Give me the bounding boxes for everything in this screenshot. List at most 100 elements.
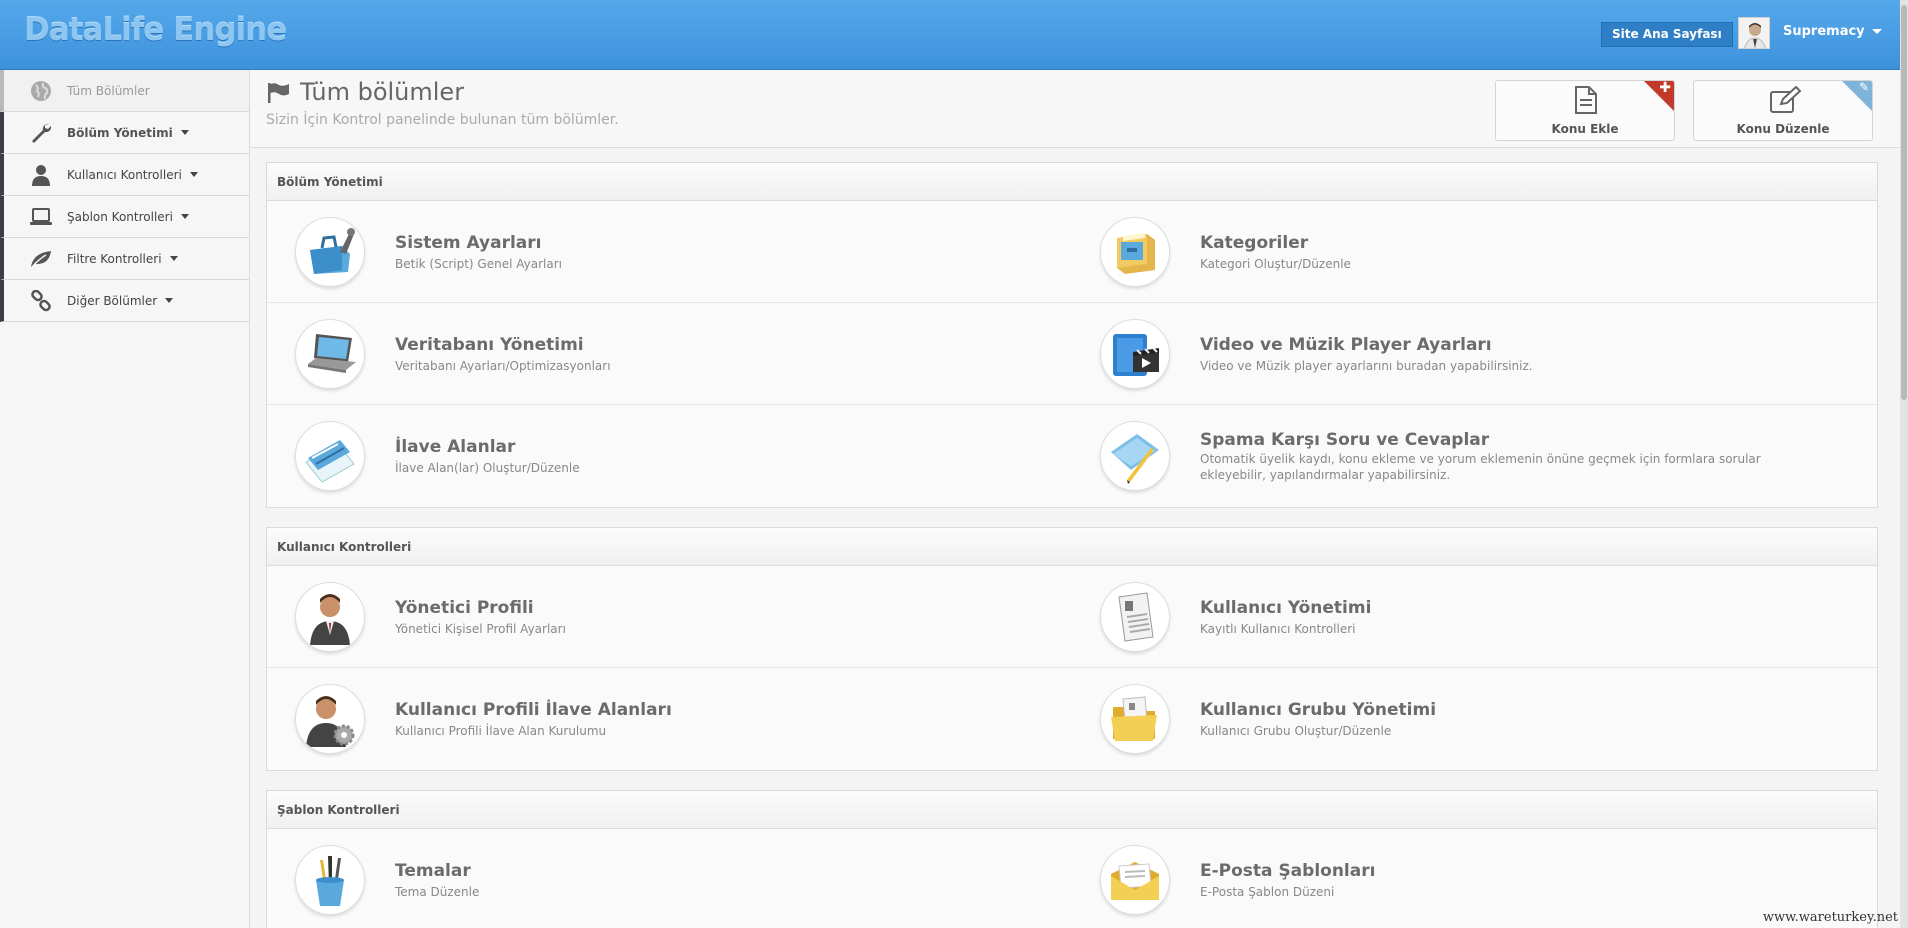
chevron-down-icon (165, 298, 174, 303)
site-home-button[interactable]: Site Ana Sayfası (1601, 22, 1733, 47)
tile-title: Yönetici Profili (395, 598, 534, 618)
tile-title: Veritabanı Yönetimi (395, 335, 584, 355)
panel-row: Kullanıcı Profili İlave Alanları Kullanı… (267, 668, 1877, 770)
filing-cabinet-icon (1100, 217, 1170, 287)
tile-description: Tema Düzenle (395, 885, 480, 899)
panel-row: Temalar Tema Düzenle E-Posta Şablonları … (267, 829, 1877, 928)
document-icon (1573, 86, 1599, 118)
tile-anti-spam-questions[interactable]: Spama Karşı Soru ve Cevaplar Otomatik üy… (1072, 405, 1877, 507)
envelope-icon (1100, 845, 1170, 915)
sidebar-item-label: Şablon Kontrolleri (67, 209, 173, 224)
tile-description: Kullanıcı Profili İlave Alan Kurulumu (395, 724, 607, 738)
tile-extra-fields[interactable]: İlave Alanlar İlave Alan(lar) Oluştur/Dü… (267, 405, 1072, 507)
user-icon (28, 163, 54, 187)
tile-title: Sistem Ayarları (395, 233, 542, 253)
sidebar: Tüm Bölümler Bölüm Yönetimi Kullanıcı Ko… (0, 70, 250, 928)
wrench-icon (28, 121, 54, 145)
pencil-icon: ✎ (1858, 80, 1869, 94)
leaf-icon (28, 247, 54, 271)
chevron-down-icon (189, 172, 198, 177)
panel-title: Şablon Kontrolleri (267, 791, 1877, 829)
chevron-down-icon (169, 256, 178, 261)
edit-topic-label: Konu Düzenle (1736, 122, 1830, 136)
sidebar-item-label: Tüm Bölümler (67, 83, 150, 98)
panel-row: Veritabanı Yönetimi Veritabanı Ayarları/… (267, 303, 1877, 405)
document-list-icon (1100, 582, 1170, 652)
tile-title: Kullanıcı Profili İlave Alanları (395, 700, 672, 720)
panel-user-controls: Kullanıcı Kontrolleri Yönetici Profili Y… (266, 527, 1878, 771)
page-header: Tüm bölümler Sizin İçin Kontrol panelind… (251, 70, 1900, 148)
page-subtitle: Sizin İçin Kontrol panelinde bulunan tüm… (266, 112, 619, 128)
tile-description: Kayıtlı Kullanıcı Kontrolleri (1200, 622, 1356, 636)
link-icon (28, 289, 54, 313)
tile-title: Spama Karşı Soru ve Cevaplar (1200, 430, 1490, 450)
tile-description: Veritabanı Ayarları/Optimizasyonları (395, 359, 611, 373)
tile-database-management[interactable]: Veritabanı Yönetimi Veritabanı Ayarları/… (267, 303, 1072, 405)
add-topic-button[interactable]: ✚ Konu Ekle (1495, 80, 1675, 141)
tile-description: Betik (Script) Genel Ayarları (395, 257, 562, 271)
chevron-down-icon (1871, 29, 1882, 34)
sidebar-item-label: Kullanıcı Kontrolleri (67, 167, 182, 182)
tile-description: İlave Alan(lar) Oluştur/Düzenle (395, 461, 580, 475)
page-scrollbar[interactable] (1900, 0, 1908, 928)
tile-title: Video ve Müzik Player Ayarları (1200, 335, 1492, 355)
tile-themes[interactable]: Temalar Tema Düzenle (267, 829, 1072, 928)
sidebar-item-other-sections[interactable]: Diğer Bölümler (0, 280, 249, 322)
panel-title: Kullanıcı Kontrolleri (267, 528, 1877, 566)
user-menu[interactable]: Supremacy (1783, 24, 1882, 39)
tile-description: Video ve Müzik player ayarlarını buradan… (1200, 359, 1533, 373)
chevron-down-icon (180, 214, 189, 219)
panel-title: Bölüm Yönetimi (267, 163, 1877, 201)
tile-description: Kullanıcı Grubu Oluştur/Düzenle (1200, 724, 1392, 738)
tile-admin-profile[interactable]: Yönetici Profili Yönetici Kişisel Profil… (267, 566, 1072, 668)
tile-system-settings[interactable]: Sistem Ayarları Betik (Script) Genel Aya… (267, 201, 1072, 303)
folder-icon (1100, 684, 1170, 754)
sidebar-item-all-sections[interactable]: Tüm Bölümler (0, 70, 249, 112)
panel-row: İlave Alanlar İlave Alan(lar) Oluştur/Dü… (267, 405, 1877, 507)
flag-icon (267, 82, 291, 108)
tile-email-templates[interactable]: E-Posta Şablonları E-Posta Şablon Düzeni (1072, 829, 1877, 928)
globe-icon (28, 79, 54, 103)
edit-icon (1769, 85, 1802, 118)
tile-title: Temalar (395, 861, 471, 881)
sidebar-item-user-controls[interactable]: Kullanıcı Kontrolleri (0, 154, 249, 196)
tile-user-profile-extra-fields[interactable]: Kullanıcı Profili İlave Alanları Kullanı… (267, 668, 1072, 770)
avatar[interactable] (1738, 17, 1770, 49)
sidebar-item-section-management[interactable]: Bölüm Yönetimi (0, 112, 249, 154)
plus-icon: ✚ (1659, 80, 1671, 96)
scrollbar-thumb[interactable] (1901, 5, 1907, 400)
add-topic-label: Konu Ekle (1551, 122, 1619, 136)
tile-title: E-Posta Şablonları (1200, 861, 1376, 881)
tile-user-group-management[interactable]: Kullanıcı Grubu Yönetimi Kullanıcı Grubu… (1072, 668, 1877, 770)
panel-template-controls: Şablon Kontrolleri Temalar Tema Düzenle … (266, 790, 1878, 928)
sidebar-item-label: Diğer Bölümler (67, 293, 158, 308)
tile-user-management[interactable]: Kullanıcı Yönetimi Kayıtlı Kullanıcı Kon… (1072, 566, 1877, 668)
ruler-icon (295, 421, 365, 491)
chevron-down-icon (180, 130, 189, 135)
tile-title: Kullanıcı Grubu Yönetimi (1200, 700, 1437, 720)
tile-title: Kategoriler (1200, 233, 1309, 253)
edit-topic-button[interactable]: ✎ Konu Düzenle (1693, 80, 1873, 141)
panel-row: Sistem Ayarları Betik (Script) Genel Aya… (267, 201, 1877, 303)
pencil-cup-icon (295, 845, 365, 915)
watermark: www.wareturkey.net (1762, 910, 1898, 925)
page-title: Tüm bölümler (300, 78, 465, 106)
panel-row: Yönetici Profili Yönetici Kişisel Profil… (267, 566, 1877, 668)
admin-user-icon (295, 582, 365, 652)
sidebar-item-label: Bölüm Yönetimi (67, 125, 173, 140)
sidebar-item-template-controls[interactable]: Şablon Kontrolleri (0, 196, 249, 238)
sidebar-item-label: Filtre Kontrolleri (67, 251, 162, 266)
user-gear-icon (295, 684, 365, 754)
paper-pencil-icon (1100, 421, 1170, 491)
tile-description: E-Posta Şablon Düzeni (1200, 885, 1335, 899)
tile-categories[interactable]: Kategoriler Kategori Oluştur/Düzenle (1072, 201, 1877, 303)
sidebar-item-filter-controls[interactable]: Filtre Kontrolleri (0, 238, 249, 280)
tile-video-music-player[interactable]: Video ve Müzik Player Ayarları Video ve … (1072, 303, 1877, 405)
user-name-label: Supremacy (1783, 24, 1865, 39)
top-header: DataLife Engine Site Ana Sayfası Suprema… (0, 0, 1908, 70)
app-logo[interactable]: DataLife Engine (24, 12, 287, 48)
tile-description: Kategori Oluştur/Düzenle (1200, 257, 1351, 271)
laptop-icon (295, 319, 365, 389)
panel-section-management: Bölüm Yönetimi Sistem Ayarları Betik (Sc… (266, 162, 1878, 508)
toolbox-icon (295, 217, 365, 287)
